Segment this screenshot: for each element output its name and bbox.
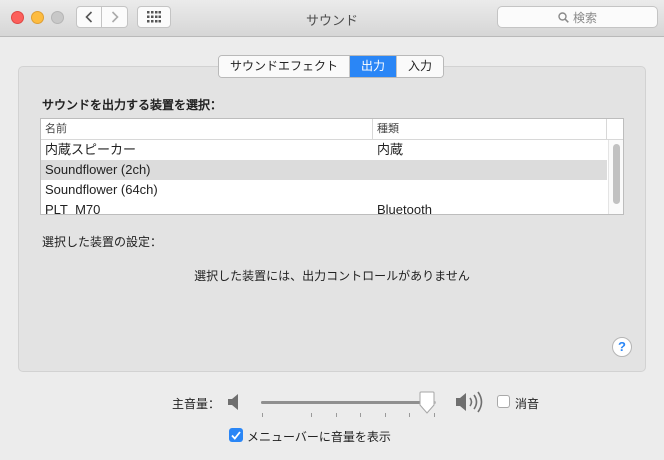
show-volume-in-menubar-label: メニューバーに音量を表示	[247, 430, 391, 444]
volume-slider-knob[interactable]	[418, 391, 436, 415]
help-icon: ?	[618, 339, 626, 354]
table-row[interactable]: PLT_M70 Bluetooth	[41, 200, 607, 215]
search-field[interactable]: 検索	[497, 6, 658, 28]
mute-label: 消音	[515, 397, 540, 411]
slider-tick	[336, 413, 337, 417]
column-header-name[interactable]: 名前	[41, 119, 373, 139]
table-scrollbar[interactable]	[608, 140, 623, 214]
volume-slider-track[interactable]	[261, 401, 436, 404]
table-row-selected[interactable]: Soundflower (2ch)	[41, 160, 607, 180]
table-row[interactable]: Soundflower (64ch)	[41, 180, 607, 200]
search-icon	[558, 11, 569, 23]
column-header-type[interactable]: 種類	[373, 119, 607, 139]
output-device-table: 名前 種類 内蔵スピーカー 内蔵 Soundflower (2ch) Sound…	[40, 118, 624, 215]
device-type: 内蔵	[377, 142, 404, 157]
slider-tick	[360, 413, 361, 417]
table-row[interactable]: 内蔵スピーカー 内蔵	[41, 140, 607, 160]
slider-tick	[262, 413, 263, 417]
device-name: PLT_M70	[45, 202, 101, 215]
checkmark-icon	[231, 430, 241, 440]
tab-bar: サウンドエフェクト 出力 入力	[218, 55, 445, 78]
table-header: 名前 種類	[41, 119, 623, 140]
slider-tick	[409, 413, 410, 417]
slider-tick	[385, 413, 386, 417]
output-device-heading: サウンドを出力する装置を選択：	[42, 98, 223, 112]
slider-tick	[311, 413, 312, 417]
title-bar: サウンド 検索	[0, 0, 664, 37]
no-controls-message: 選択した装置には、出力コントロールがありません	[194, 269, 470, 283]
tab-sound-effects[interactable]: サウンドエフェクト	[219, 56, 351, 77]
volume-slider-fill	[261, 401, 428, 404]
mute-checkbox[interactable]	[497, 395, 510, 408]
speaker-low-icon	[228, 394, 238, 410]
device-type: Bluetooth	[377, 202, 432, 215]
tab-input[interactable]: 入力	[397, 56, 444, 77]
device-name: Soundflower (64ch)	[45, 182, 158, 197]
speaker-high-icon	[456, 391, 483, 413]
output-volume-label: 主音量：	[172, 397, 221, 411]
search-placeholder: 検索	[572, 10, 597, 25]
tab-output[interactable]: 出力	[350, 56, 398, 77]
scrollbar-thumb[interactable]	[613, 144, 620, 204]
device-name: Soundflower (2ch)	[45, 162, 151, 177]
help-button[interactable]: ?	[612, 337, 632, 357]
show-volume-in-menubar-checkbox[interactable]	[229, 428, 243, 442]
device-settings-label: 選択した装置の設定：	[42, 235, 163, 249]
device-name: 内蔵スピーカー	[45, 142, 137, 157]
